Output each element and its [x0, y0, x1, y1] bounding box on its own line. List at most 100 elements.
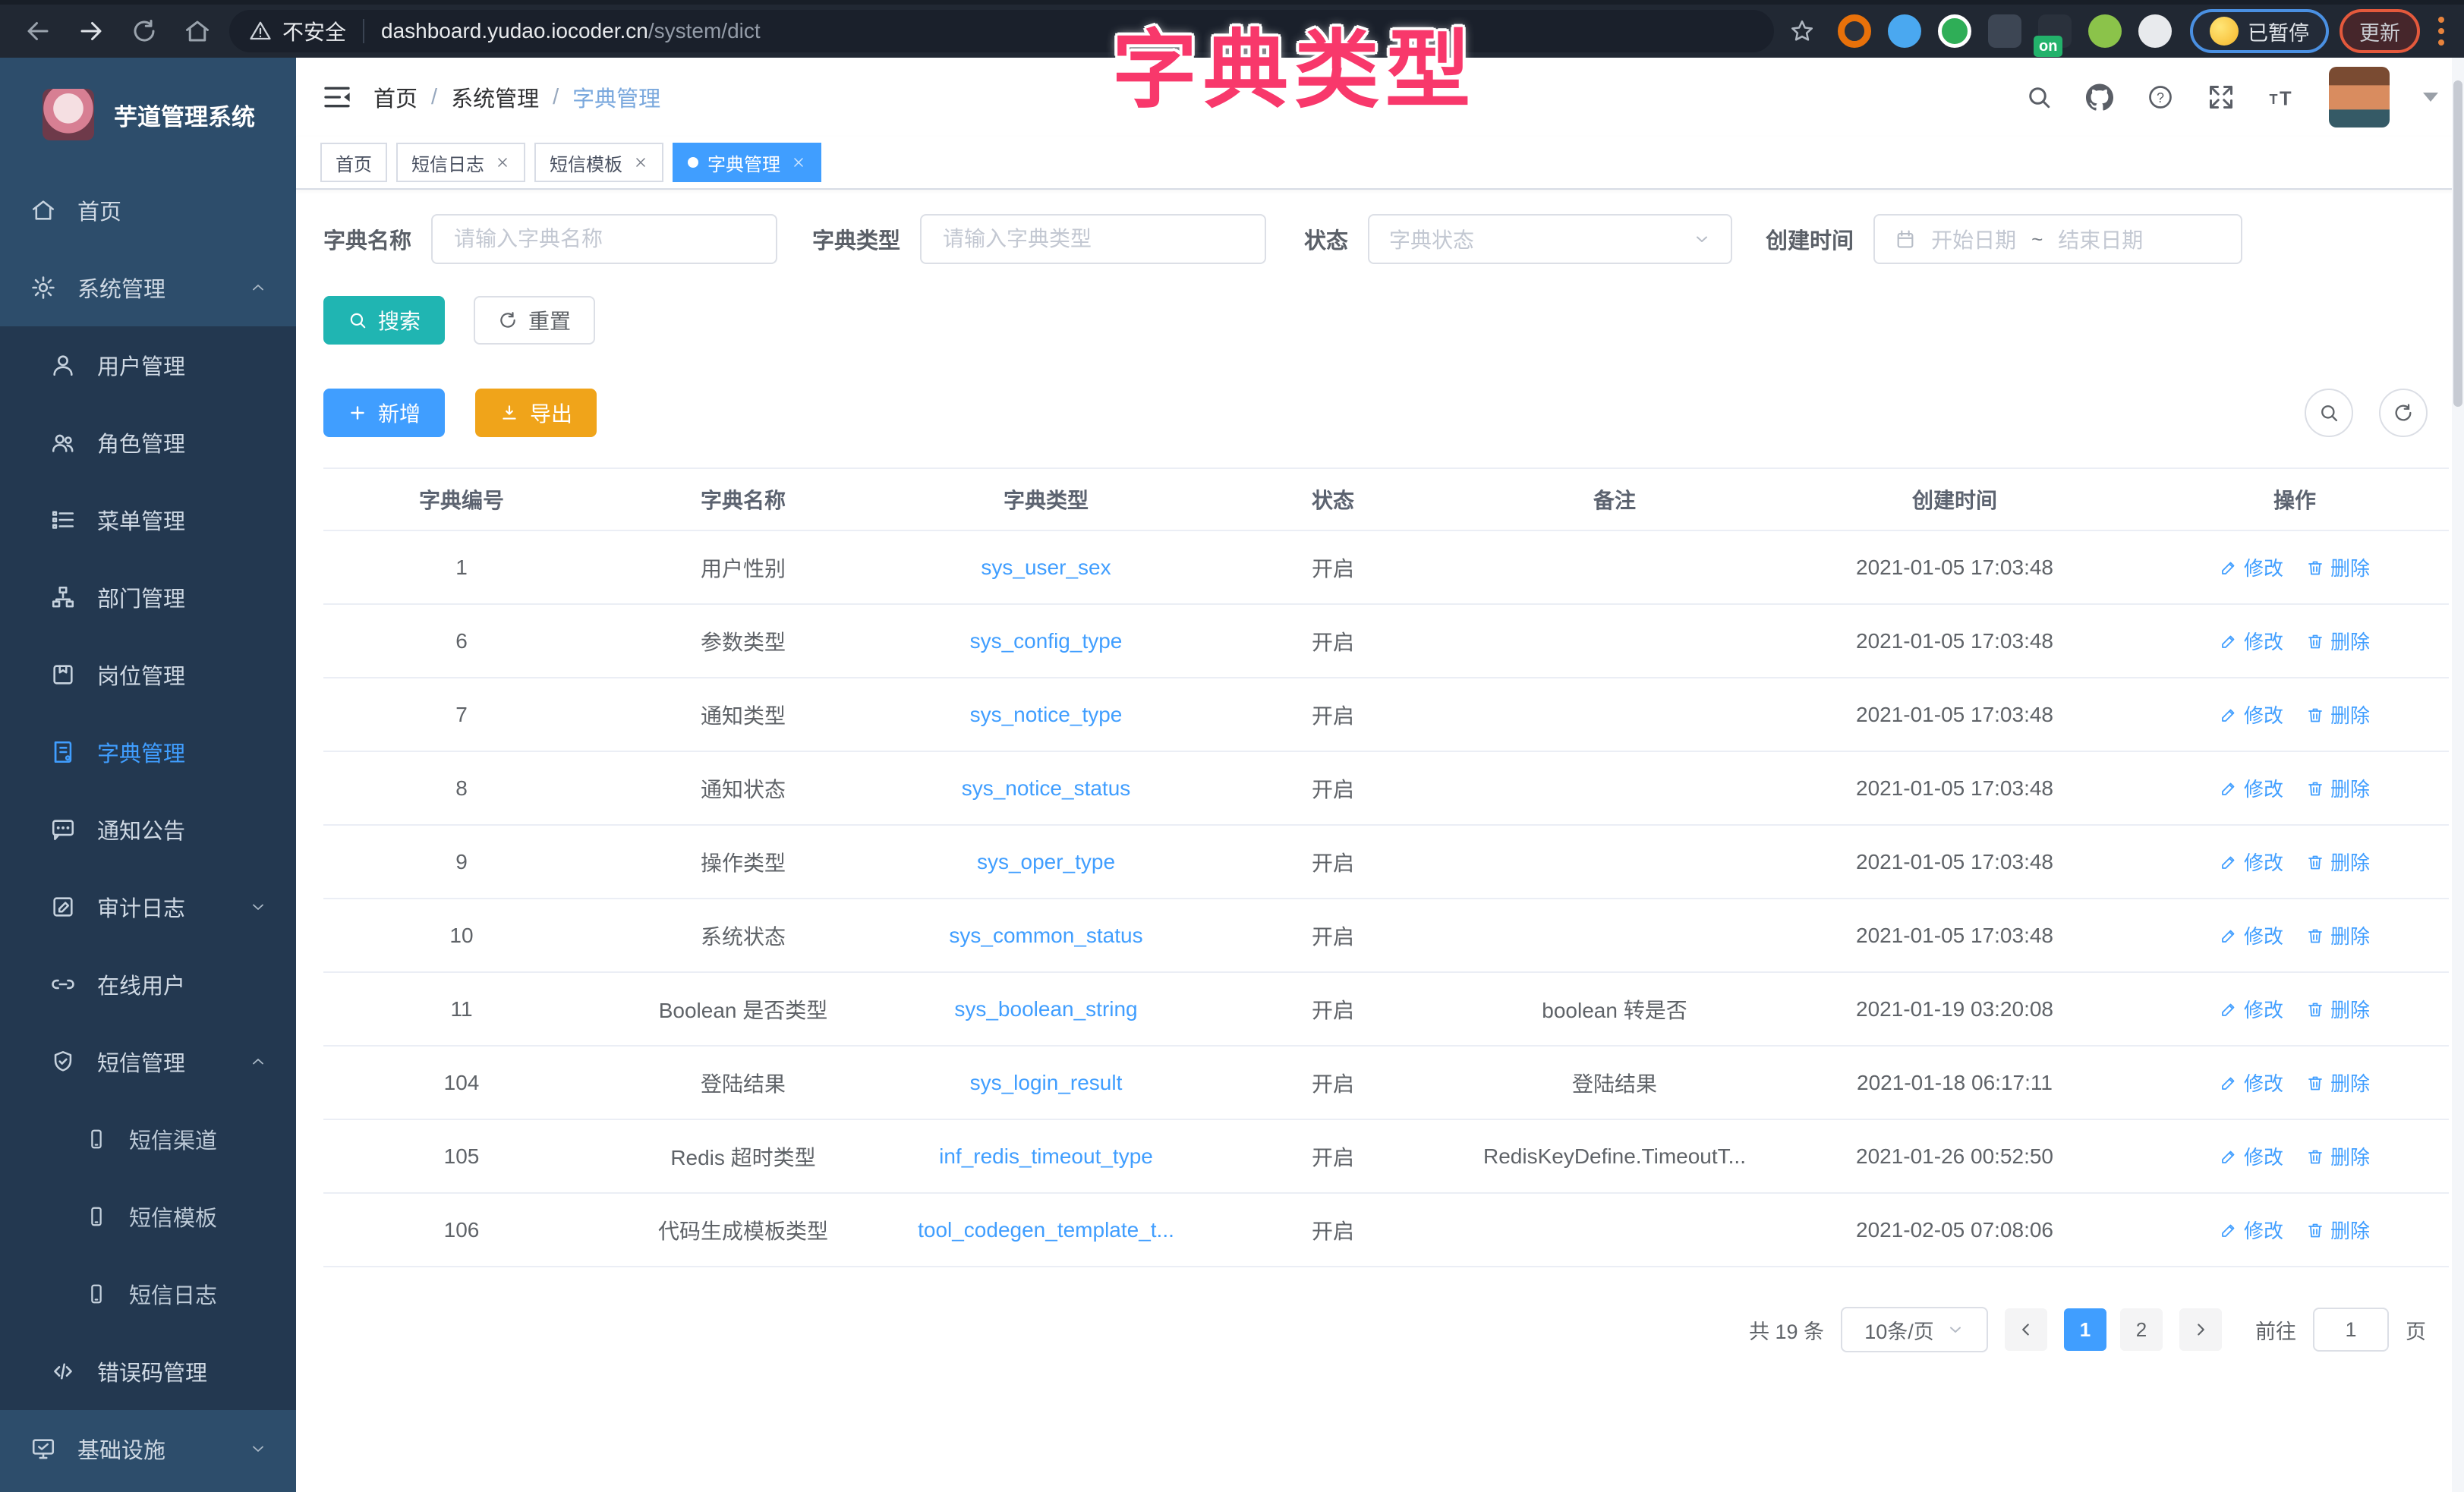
breadcrumb-item[interactable]: 系统管理	[451, 81, 539, 113]
sidebar-item-dept[interactable]: 部门管理	[0, 559, 296, 636]
edit-button[interactable]: 修改	[2220, 1069, 2283, 1097]
cell-dict-type-link[interactable]: sys_notice_status	[887, 776, 1205, 801]
sidebar-item-label: 通知公告	[97, 814, 185, 845]
cell-dict-type-link[interactable]: sys_common_status	[887, 924, 1205, 948]
edit-button[interactable]: 修改	[2220, 553, 2283, 581]
sidebar-item-dict[interactable]: 字典管理	[0, 713, 296, 791]
fullscreen-icon[interactable]	[2207, 83, 2235, 111]
edit-button[interactable]: 修改	[2220, 921, 2283, 949]
edit-button[interactable]: 修改	[2220, 1216, 2283, 1244]
sidebar-item-sms-log[interactable]: 短信日志	[0, 1255, 296, 1333]
sidebar-item-user[interactable]: 用户管理	[0, 326, 296, 404]
help-icon[interactable]: ?	[2147, 83, 2174, 111]
avatar-caret-down-icon[interactable]	[2423, 93, 2438, 102]
tab-close-icon[interactable]	[633, 155, 648, 170]
cell-dict-type-link[interactable]: sys_login_result	[887, 1071, 1205, 1095]
extension-paused-pill[interactable]: 已暂停	[2190, 9, 2329, 53]
reset-button[interactable]: 重置	[474, 296, 595, 345]
header-search-icon[interactable]	[2025, 83, 2053, 111]
tab-close-icon[interactable]	[495, 155, 510, 170]
extension-blue-gem-icon[interactable]	[1888, 14, 1921, 48]
sidebar-item-role[interactable]: 角色管理	[0, 404, 296, 481]
browser-home-icon[interactable]	[176, 10, 219, 52]
browser-menu-kebab-icon[interactable]	[2435, 14, 2447, 49]
delete-button[interactable]: 删除	[2306, 848, 2370, 876]
page-button-1[interactable]: 1	[2064, 1308, 2106, 1351]
browser-update-button[interactable]: 更新	[2340, 9, 2420, 53]
sidebar-item-infra[interactable]: 基础设施	[0, 1410, 296, 1487]
tab-sms-template[interactable]: 短信模板	[534, 143, 663, 182]
search-button[interactable]: 搜索	[323, 296, 445, 345]
sidebar-item-sms[interactable]: 短信管理	[0, 1023, 296, 1100]
delete-button[interactable]: 删除	[2306, 774, 2370, 802]
sidebar-item-home[interactable]: 首页	[0, 172, 296, 249]
sidebar-item-system[interactable]: 系统管理	[0, 249, 296, 326]
edit-button[interactable]: 修改	[2220, 995, 2283, 1023]
date-range-picker[interactable]: 开始日期 ~ 结束日期	[1873, 214, 2242, 264]
sidebar-item-post[interactable]: 岗位管理	[0, 636, 296, 713]
status-select[interactable]: 字典状态	[1368, 214, 1732, 264]
jump-page-input[interactable]	[2313, 1308, 2389, 1352]
sidebar-item-sms-template[interactable]: 短信模板	[0, 1178, 296, 1255]
github-icon[interactable]	[2086, 83, 2113, 111]
breadcrumb-item[interactable]: 首页	[373, 81, 417, 113]
browser-forward-icon[interactable]	[70, 10, 112, 52]
delete-button[interactable]: 删除	[2306, 1216, 2370, 1244]
extension-blue-squares-icon[interactable]	[1988, 14, 2021, 48]
edit-button[interactable]: 修改	[2220, 700, 2283, 729]
edit-button[interactable]: 修改	[2220, 848, 2283, 876]
sidebar-item-notice[interactable]: 通知公告	[0, 791, 296, 868]
cell-dict-type-link[interactable]: sys_config_type	[887, 629, 1205, 653]
edit-button[interactable]: 修改	[2220, 774, 2283, 802]
sidebar-item-online[interactable]: 在线用户	[0, 946, 296, 1023]
sidebar-item-errcode[interactable]: 错误码管理	[0, 1333, 296, 1410]
sidebar-item-sms-channel[interactable]: 短信渠道	[0, 1100, 296, 1178]
extensions-puzzle-icon[interactable]	[2138, 14, 2172, 48]
page-scrollbar[interactable]	[2452, 58, 2464, 1492]
extension-green-leaf-icon[interactable]	[2088, 14, 2122, 48]
sidebar-item-audit[interactable]: 审计日志	[0, 868, 296, 946]
cell-dict-type-link[interactable]: tool_codegen_template_t...	[887, 1218, 1205, 1242]
toggle-search-button[interactable]	[2305, 389, 2353, 437]
export-button[interactable]: 导出	[475, 389, 597, 437]
cell-dict-type-link[interactable]: sys_boolean_string	[887, 997, 1205, 1021]
delete-button[interactable]: 删除	[2306, 1142, 2370, 1170]
cell-dict-type-link[interactable]: inf_redis_timeout_type	[887, 1144, 1205, 1169]
delete-button[interactable]: 删除	[2306, 1069, 2370, 1097]
delete-button[interactable]: 删除	[2306, 553, 2370, 581]
tab-home[interactable]: 首页	[320, 143, 387, 182]
edit-button[interactable]: 修改	[2220, 1142, 2283, 1170]
refresh-table-button[interactable]	[2379, 389, 2428, 437]
prev-page-button[interactable]	[2005, 1308, 2047, 1351]
hamburger-icon[interactable]	[322, 82, 352, 112]
sidebar-item-menu[interactable]: 菜单管理	[0, 481, 296, 559]
browser-reload-icon[interactable]	[123, 10, 165, 52]
next-page-button[interactable]	[2179, 1308, 2222, 1351]
delete-button[interactable]: 删除	[2306, 700, 2370, 729]
extension-orange-ring-icon[interactable]	[1838, 14, 1871, 48]
edit-button[interactable]: 修改	[2220, 627, 2283, 655]
bookmark-star-icon[interactable]	[1789, 18, 1815, 44]
delete-button[interactable]: 删除	[2306, 921, 2370, 949]
page-size-select[interactable]: 10条/页	[1841, 1307, 1988, 1352]
page-button-2[interactable]: 2	[2120, 1308, 2163, 1351]
user-avatar[interactable]	[2329, 67, 2390, 127]
delete-button[interactable]: 删除	[2306, 995, 2370, 1023]
add-button[interactable]: 新增	[323, 389, 445, 437]
extension-dark-lines-on-icon[interactable]: on	[2038, 14, 2072, 48]
cell-dict-type-link[interactable]: sys_oper_type	[887, 850, 1205, 874]
delete-button[interactable]: 删除	[2306, 627, 2370, 655]
cell-dict-type-link[interactable]: sys_notice_type	[887, 703, 1205, 727]
tab-sms-log[interactable]: 短信日志	[396, 143, 525, 182]
dict-type-input[interactable]	[941, 226, 1245, 252]
tab-dict[interactable]: 字典管理	[673, 143, 821, 182]
dict-name-input[interactable]	[452, 226, 756, 252]
font-size-icon[interactable]: TT	[2268, 83, 2295, 111]
tab-close-icon[interactable]	[791, 155, 806, 170]
scrollbar-thumb[interactable]	[2453, 80, 2462, 407]
cell-dict-type-link[interactable]: sys_user_sex	[887, 556, 1205, 580]
browser-back-icon[interactable]	[17, 10, 59, 52]
app-logo[interactable]: 芋道管理系统	[0, 58, 296, 172]
extension-green-circle-icon[interactable]	[1938, 14, 1971, 48]
address-bar[interactable]: 不安全 dashboard.yudao.iocoder.cn/system/di…	[229, 10, 1774, 52]
